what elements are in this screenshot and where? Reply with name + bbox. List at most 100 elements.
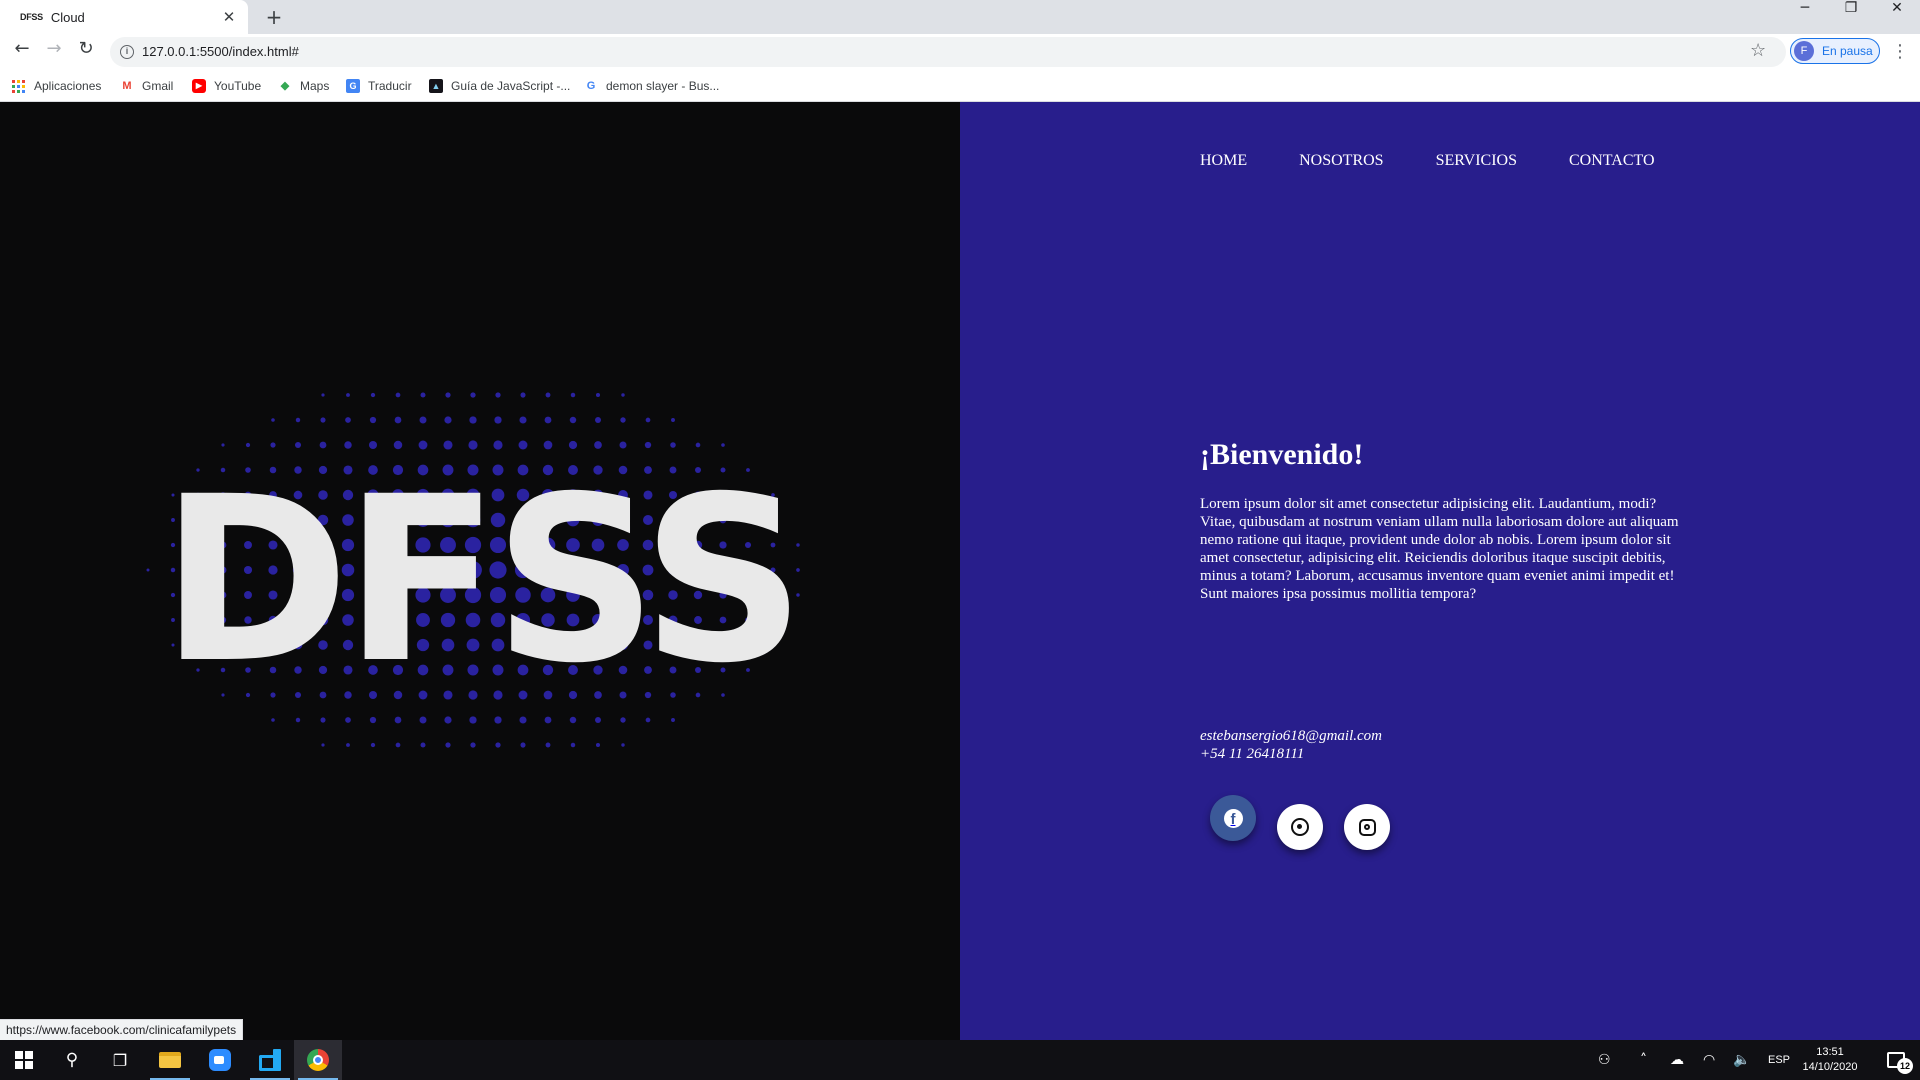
bookmark-label: demon slayer - Bus... (606, 79, 720, 93)
halftone-dot (469, 416, 477, 424)
main-nav: HOME NOSOTROS SERVICIOS CONTACTO (1200, 152, 1707, 170)
bookmark-traducir[interactable]: G Traducir (346, 77, 412, 95)
profile-status-label: En pausa (1822, 44, 1873, 58)
halftone-dot (569, 716, 577, 724)
halftone-dot (395, 392, 401, 398)
windows-taskbar: ⚲ ❐ ⚇ ˄ ☁ ◠ 🔈 ESP 13:51 14/10/2020 12 (0, 1040, 1920, 1080)
halftone-dot (520, 742, 526, 748)
task-view-icon[interactable]: ❐ (106, 1040, 134, 1080)
whatsapp-icon (1291, 818, 1309, 836)
page-viewport: DFSS HOME NOSOTROS SERVICIOS CONTACTO ¡B… (0, 102, 1920, 1040)
halftone-dot (271, 718, 275, 722)
address-bar[interactable]: i 127.0.0.1:5500/index.html# ☆ (110, 37, 1786, 67)
reload-icon[interactable]: ↻ (72, 38, 100, 66)
taskbar-zoom[interactable] (196, 1040, 244, 1080)
halftone-dot (394, 716, 402, 724)
google-icon: G (586, 80, 596, 92)
halftone-dot (445, 742, 451, 748)
people-icon[interactable]: ⚇ (1598, 1040, 1611, 1080)
maps-icon: ◆ (280, 80, 290, 92)
nav-home[interactable]: HOME (1200, 152, 1247, 170)
bookmark-label: Aplicaciones (34, 79, 102, 93)
halftone-dot (495, 392, 501, 398)
bookmark-maps[interactable]: ◆ Maps (278, 77, 330, 95)
window-close-icon[interactable]: ✕ (1874, 0, 1920, 30)
halftone-dot (494, 416, 502, 424)
restore-icon[interactable]: ❐ (1828, 0, 1874, 30)
halftone-dot (519, 416, 527, 424)
content-panel: HOME NOSOTROS SERVICIOS CONTACTO ¡Bienve… (960, 102, 1920, 1040)
bookmark-guia-javascript[interactable]: ▲ Guía de JavaScript -... (429, 77, 570, 95)
chrome-icon (307, 1049, 329, 1071)
close-tab-icon[interactable]: ✕ (220, 8, 238, 26)
profile-button[interactable]: F En pausa (1790, 38, 1880, 64)
halftone-dot (320, 717, 326, 723)
bookmark-aplicaciones[interactable]: Aplicaciones (12, 77, 101, 95)
link-status-bubble: https://www.facebook.com/clinicafamilype… (0, 1019, 244, 1040)
bookmark-label: Gmail (142, 79, 174, 93)
forward-arrow-icon[interactable]: → (40, 38, 68, 66)
halftone-dot (671, 718, 675, 722)
nav-contacto[interactable]: CONTACTO (1569, 152, 1655, 170)
halftone-dot (444, 716, 452, 724)
folder-icon (159, 1052, 181, 1068)
notification-center-button[interactable]: 12 (1876, 1040, 1916, 1080)
apps-grid-icon (12, 79, 26, 93)
halftone-dot (569, 416, 577, 424)
new-tab-icon[interactable]: + (262, 6, 286, 30)
minimize-icon[interactable]: ─ (1782, 0, 1828, 30)
gmail-icon: M (122, 80, 132, 92)
search-icon[interactable]: ⚲ (58, 1040, 86, 1080)
bookmarks-bar: Aplicaciones M Gmail ▶ YouTube ◆ Maps G … (0, 70, 1920, 102)
taskbar-chrome[interactable] (294, 1040, 342, 1080)
onedrive-cloud-icon[interactable]: ☁ (1670, 1040, 1684, 1080)
site-info-icon[interactable]: i (120, 45, 134, 59)
bookmark-label: YouTube (214, 79, 262, 93)
browser-tab-strip: DFSS Cloud ✕ + ─ ❐ ✕ (0, 0, 1920, 34)
halftone-dot (369, 416, 377, 424)
halftone-dot (595, 717, 601, 723)
halftone-dot (420, 392, 426, 398)
halftone-dot (346, 393, 350, 397)
start-button[interactable] (10, 1040, 38, 1080)
browser-toolbar: ← → ↻ i 127.0.0.1:5500/index.html# ☆ F E… (0, 34, 1920, 70)
bookmark-demon-slayer[interactable]: G demon slayer - Bus... (584, 77, 720, 95)
volume-icon[interactable]: 🔈 (1733, 1040, 1750, 1080)
taskbar-file-explorer[interactable] (146, 1040, 194, 1080)
kebab-menu-icon[interactable]: ⋮ (1888, 38, 1912, 66)
halftone-dot (620, 717, 626, 723)
language-indicator[interactable]: ESP (1768, 1040, 1790, 1080)
halftone-dot (369, 716, 377, 724)
halftone-dot (544, 716, 552, 724)
windows-logo-icon (15, 1051, 33, 1069)
vscode-icon (259, 1049, 281, 1071)
browser-tab[interactable]: DFSS Cloud ✕ (0, 0, 248, 34)
halftone-dot (671, 418, 675, 422)
wifi-icon[interactable]: ◠ (1703, 1040, 1715, 1080)
welcome-text: Lorem ipsum dolor sit amet consectetur a… (1200, 496, 1679, 602)
halftone-dot (544, 416, 552, 424)
nav-servicios[interactable]: SERVICIOS (1436, 152, 1517, 170)
halftone-dot (346, 743, 350, 747)
instagram-button[interactable] (1344, 804, 1390, 850)
bookmark-youtube[interactable]: ▶ YouTube (192, 77, 261, 95)
logo-panel: DFSS (0, 102, 960, 1040)
halftone-dot (494, 716, 502, 724)
translate-icon: G (346, 79, 360, 93)
back-arrow-icon[interactable]: ← (8, 38, 36, 66)
tab-favicon: DFSS (20, 12, 43, 22)
bookmark-star-icon[interactable]: ☆ (1750, 40, 1766, 61)
clock[interactable]: 13:51 14/10/2020 (1800, 1040, 1860, 1080)
halftone-dot (295, 417, 301, 423)
chevron-up-icon[interactable]: ˄ (1640, 1040, 1647, 1080)
url-text[interactable]: 127.0.0.1:5500/index.html# (142, 44, 299, 59)
nav-nosotros[interactable]: NOSOTROS (1299, 152, 1383, 170)
facebook-button[interactable]: f (1210, 795, 1256, 841)
taskbar-vscode[interactable] (246, 1040, 294, 1080)
youtube-icon: ▶ (192, 79, 206, 93)
halftone-dot (321, 393, 325, 397)
bookmark-gmail[interactable]: M Gmail (120, 77, 173, 95)
halftone-dot (621, 393, 625, 397)
whatsapp-button[interactable] (1277, 804, 1323, 850)
halftone-dot (445, 392, 451, 398)
